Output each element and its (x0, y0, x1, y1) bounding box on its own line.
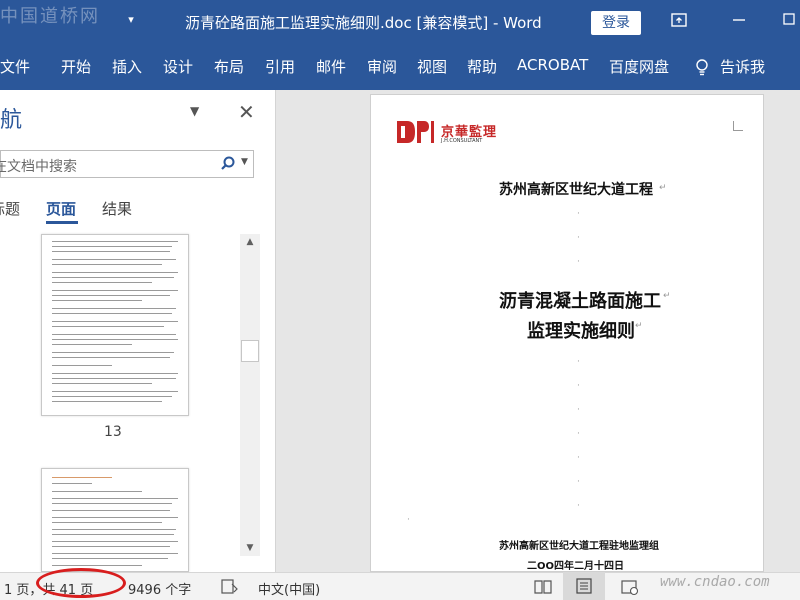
paragraph-mark-icon: ↵ (635, 321, 643, 331)
paragraph-mark-icon: · (577, 233, 580, 243)
search-input[interactable]: 在文档中搜索 ▼ (0, 150, 254, 178)
tab-review[interactable]: 审阅 (367, 56, 397, 77)
paragraph-mark-icon: · (577, 209, 580, 219)
tab-layout[interactable]: 布局 (214, 56, 244, 77)
document-date: 二OO四年二月十四日 (527, 561, 625, 572)
tab-mailings[interactable]: 邮件 (316, 56, 346, 77)
title-bar: 中国道桥网 ▾ 沥青砼路面施工监理实施细则.doc [兼容模式] - Word … (0, 0, 800, 46)
read-mode-icon[interactable] (533, 578, 553, 596)
document-title-line2: 监理实施细则 (527, 321, 635, 342)
navigation-pane: 导航 ▼ ✕ 在文档中搜索 ▼ 标题 页面 结果 (0, 90, 276, 572)
search-options-icon[interactable]: ▼ (241, 157, 248, 167)
close-icon[interactable]: ✕ (238, 100, 255, 124)
scrollbar-thumb[interactable] (241, 340, 259, 362)
scroll-down-icon[interactable]: ▼ (240, 540, 260, 556)
proofing-icon[interactable] (220, 578, 240, 596)
site-watermark: www.cndao.com (660, 574, 770, 590)
tab-home[interactable]: 开始 (61, 56, 91, 77)
tab-help[interactable]: 帮助 (467, 56, 497, 77)
page-thumbnail[interactable] (41, 468, 189, 572)
tab-insert[interactable]: 插入 (112, 56, 142, 77)
tab-file[interactable]: 文件 (0, 56, 30, 77)
thumbnail-page-number: 13 (104, 424, 122, 440)
tab-results[interactable]: 结果 (102, 198, 132, 219)
logo-text-en: J.H.CONSULTANT (441, 138, 483, 144)
margin-corner-mark (733, 121, 743, 131)
paragraph-mark-icon: · (577, 381, 580, 391)
document-title-line1: 沥青混凝土路面施工 (499, 291, 661, 312)
scroll-up-icon[interactable]: ▲ (240, 234, 260, 250)
tab-references[interactable]: 引用 (265, 56, 295, 77)
search-placeholder: 在文档中搜索 (0, 159, 77, 175)
paragraph-mark-icon: · (407, 515, 410, 525)
login-button[interactable]: 登录 (591, 11, 641, 35)
document-page[interactable]: 京華監理 J.H.CONSULTANT 苏州高新区世纪大道工程 ↵ · · · … (370, 94, 764, 572)
language-indicator[interactable]: 中文(中国) (258, 579, 320, 598)
tab-view[interactable]: 视图 (417, 56, 447, 77)
tab-acrobat[interactable]: ACROBAT (517, 56, 588, 74)
paragraph-mark-icon: ↵ (663, 291, 671, 301)
tab-baidu-netdisk[interactable]: 百度网盘 (609, 56, 669, 77)
ribbon-tab-bar: 文件 开始 插入 设计 布局 引用 邮件 审阅 视图 帮助 ACROBAT 百度… (0, 46, 800, 90)
print-layout-view-button[interactable] (563, 572, 605, 600)
ribbon-display-options-icon[interactable] (664, 8, 694, 36)
active-tab-indicator (46, 221, 78, 224)
nav-pane-title: 导航 (0, 108, 23, 133)
document-area: 京華監理 J.H.CONSULTANT 苏州高新区世纪大道工程 ↵ · · · … (277, 90, 800, 572)
jh-consultant-logo-icon (395, 119, 435, 145)
search-icon[interactable] (220, 155, 236, 173)
web-layout-icon[interactable] (620, 578, 640, 596)
quick-access-customize-icon[interactable]: ▾ (124, 13, 138, 27)
page-thumbnail[interactable] (41, 234, 189, 416)
tab-headings[interactable]: 标题 (0, 198, 20, 219)
watermark-logo: 中国道桥网 (0, 6, 100, 27)
window-title: 沥青砼路面施工监理实施细则.doc [兼容模式] - Word (185, 14, 542, 32)
thumbnail-scrollbar[interactable]: ▲ ▼ (240, 234, 260, 556)
paragraph-mark-icon: · (577, 257, 580, 267)
lightbulb-icon[interactable] (694, 58, 710, 76)
restore-icon[interactable] (774, 8, 800, 36)
organization-name: 苏州高新区世纪大道工程驻地监理组 (499, 541, 659, 552)
paragraph-mark-icon: · (577, 429, 580, 439)
highlight-annotation (36, 568, 126, 598)
word-count[interactable]: 9496 个字 (128, 579, 191, 598)
project-name: 苏州高新区世纪大道工程 (499, 182, 653, 198)
paragraph-mark-icon: · (577, 453, 580, 463)
paragraph-mark-icon: · (577, 477, 580, 487)
tab-design[interactable]: 设计 (163, 56, 193, 77)
tab-pages[interactable]: 页面 (46, 198, 76, 219)
paragraph-mark-icon: · (577, 405, 580, 415)
paragraph-mark-icon: · (577, 357, 580, 367)
minimize-icon[interactable] (724, 8, 754, 36)
nav-options-icon[interactable]: ▼ (190, 104, 199, 118)
paragraph-mark-icon: ↵ (659, 183, 667, 193)
paragraph-mark-icon: · (577, 501, 580, 511)
tell-me-label[interactable]: 告诉我 (720, 56, 765, 77)
